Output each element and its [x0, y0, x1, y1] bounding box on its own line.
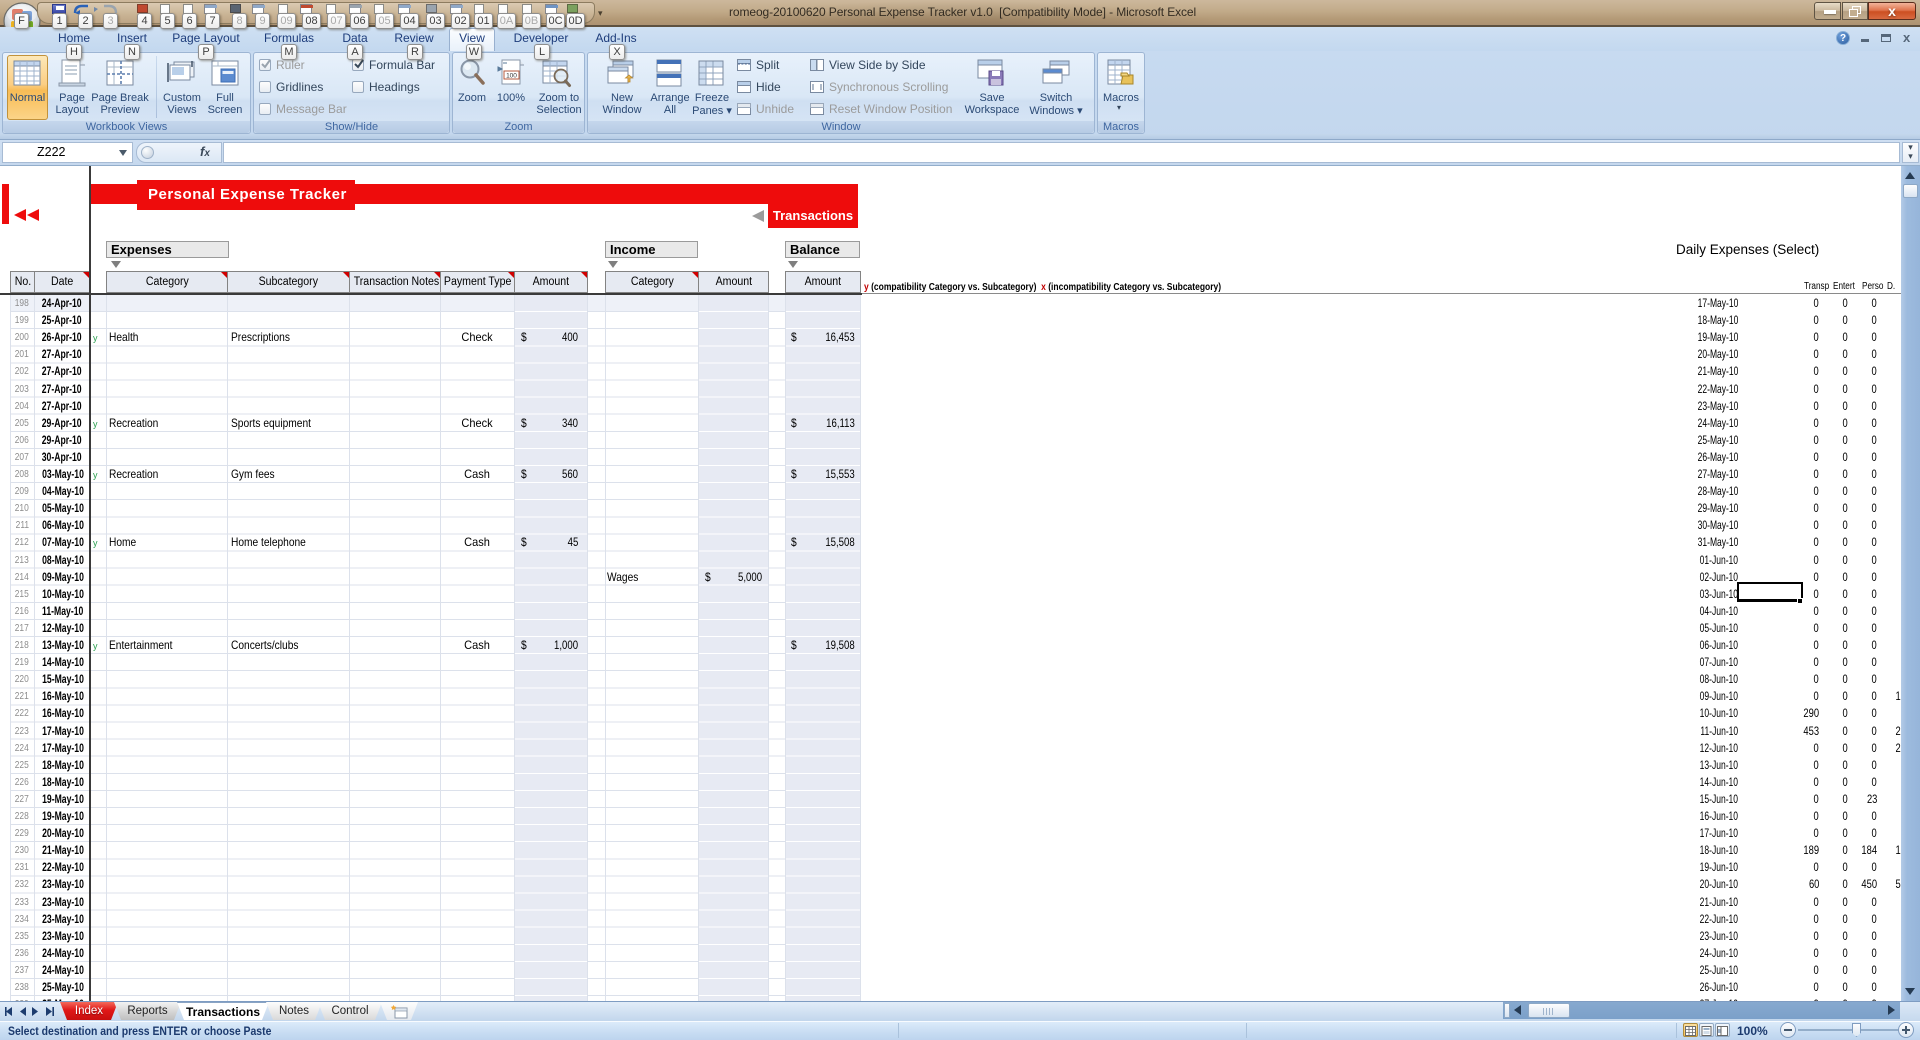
svg-text:100: 100	[506, 73, 517, 80]
